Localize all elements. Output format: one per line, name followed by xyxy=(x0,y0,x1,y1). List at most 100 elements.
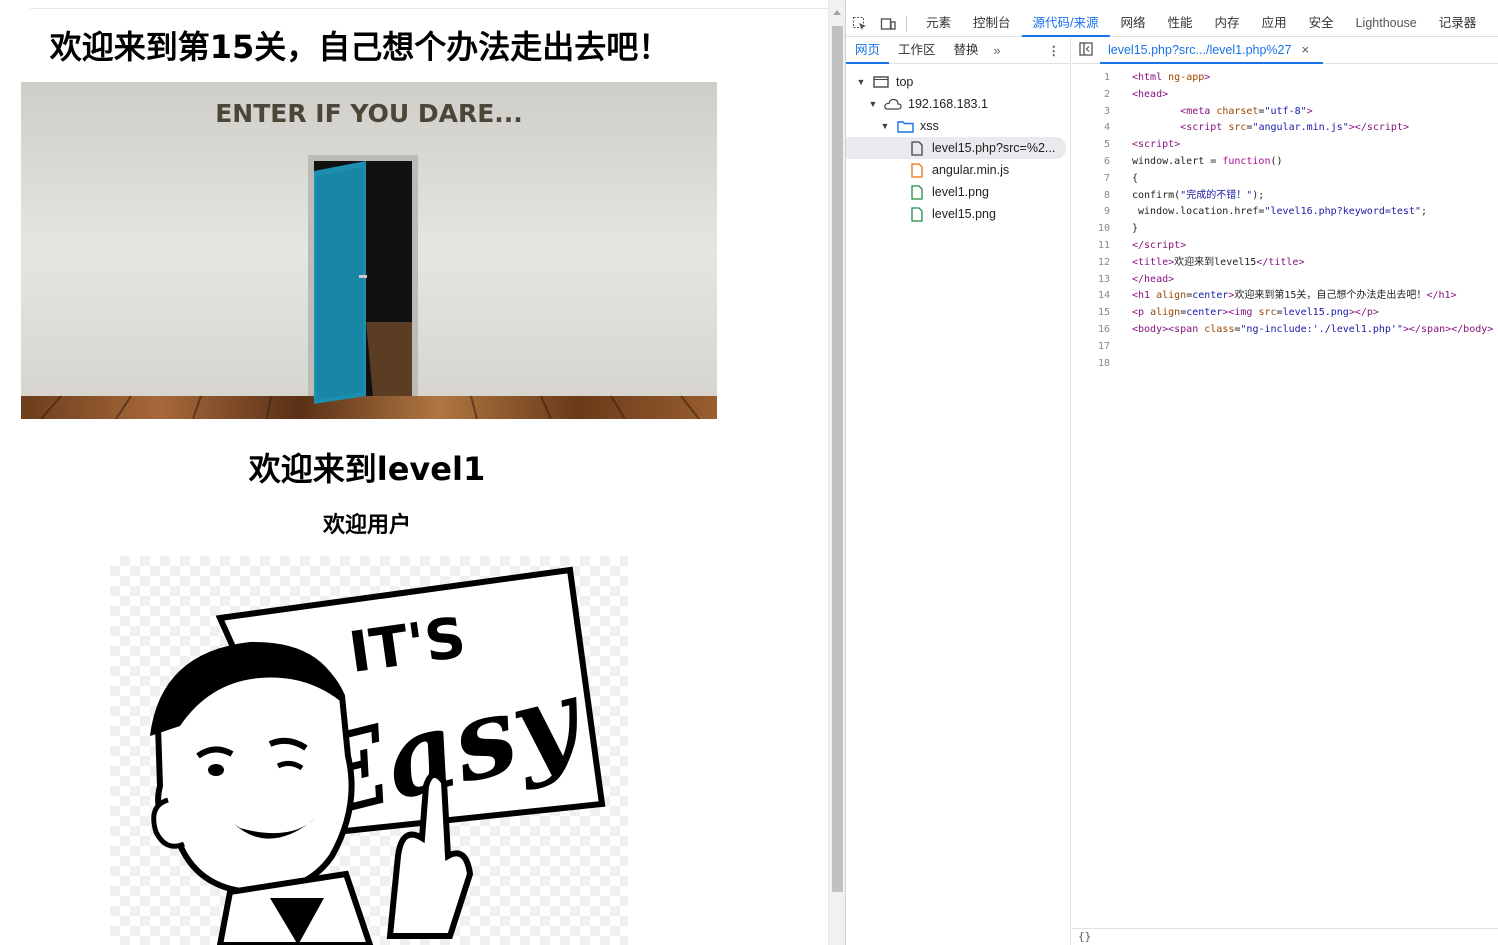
code-line: 15 <p align=center><img src=level15.png><… xyxy=(1072,305,1498,322)
device-toggle-icon[interactable] xyxy=(874,11,902,37)
file-tree: ▼ top ▼ 192.168.183.1 ▼ xss level15.php?… xyxy=(846,71,1070,225)
pretty-print-icon[interactable]: {} xyxy=(1078,930,1091,943)
code-line: 16 <body><span class="ng-include:'./level… xyxy=(1072,322,1498,339)
navigator-tabs: 网页 工作区 替换 » ⋮ xyxy=(846,38,1070,64)
frame-icon xyxy=(872,74,890,90)
scroll-up-icon[interactable] xyxy=(833,10,841,15)
document-icon xyxy=(908,140,926,156)
line-number: 14 xyxy=(1097,290,1110,302)
line-number: 18 xyxy=(1097,357,1110,369)
tree-label: xss xyxy=(920,119,939,133)
line-number: 6 xyxy=(1103,155,1110,167)
code-line: 3 <meta charset="utf-8"> xyxy=(1072,104,1498,121)
code-view[interactable]: 1 <html ng-app> 2 <head> 3 <meta charset="… xyxy=(1072,70,1498,372)
line-number: 12 xyxy=(1097,256,1110,268)
code-line: 18 xyxy=(1072,356,1498,373)
its-easy-image: IT'S Easy xyxy=(110,556,628,945)
inspect-element-icon[interactable] xyxy=(846,11,874,37)
tree-file-level1-png[interactable]: level1.png xyxy=(846,181,1070,203)
expand-arrow-icon[interactable]: ▼ xyxy=(880,115,890,137)
code-line: 9 window.location.href="level16.php?keyw… xyxy=(1072,204,1498,221)
tree-file-angular-js[interactable]: angular.min.js xyxy=(846,159,1070,181)
sources-navigator: 网页 工作区 替换 » ⋮ ▼ top ▼ 192.168.183.1 ▼ xs… xyxy=(846,38,1071,945)
tree-file-level15-php[interactable]: level15.php?src=%2... xyxy=(846,137,1066,159)
webpage-viewport: 欢迎来到第15关，自己想个办法走出去吧！ ENTER IF YOU DARE..… xyxy=(0,0,828,945)
toggle-navigator-icon[interactable] xyxy=(1072,42,1100,59)
line-number: 8 xyxy=(1103,189,1110,201)
devtools-panel: 元素 控制台 源代码/来源 网络 性能 内存 应用 安全 Lighthouse … xyxy=(845,0,1498,945)
level1-heading: 欢迎来到level1 xyxy=(248,450,486,488)
code-line: 13 </head> xyxy=(1072,272,1498,289)
tree-label: level1.png xyxy=(932,185,989,199)
tab-sources[interactable]: 源代码/来源 xyxy=(1021,11,1110,37)
line-number: 1 xyxy=(1103,72,1110,83)
page-scrollbar[interactable] xyxy=(828,0,845,945)
line-number: 11 xyxy=(1097,239,1110,251)
tree-label: level15.php?src=%2... xyxy=(932,141,1056,155)
code-line: 4 <script src="angular.min.js"></script> xyxy=(1072,120,1498,137)
tree-label: angular.min.js xyxy=(932,163,1010,177)
line-number: 15 xyxy=(1097,307,1110,319)
cloud-icon xyxy=(884,96,902,112)
tab-recorder[interactable]: 记录器 xyxy=(1428,11,1488,37)
tree-label: level15.png xyxy=(932,207,996,221)
code-line: 11 </script> xyxy=(1072,238,1498,255)
toolbar-divider xyxy=(906,15,907,32)
editor-status-bar: {} xyxy=(1072,928,1498,945)
tab-lighthouse[interactable]: Lighthouse xyxy=(1345,11,1428,37)
tab-workspace[interactable]: 工作区 xyxy=(889,38,945,64)
line-number: 13 xyxy=(1097,273,1110,285)
code-line: 17 xyxy=(1072,339,1498,356)
editor-tab-bar: level15.php?src.../level1.php%27 × xyxy=(1072,38,1498,64)
scrollbar-thumb[interactable] xyxy=(832,26,843,892)
expand-arrow-icon[interactable]: ▼ xyxy=(856,71,866,93)
tree-label: 192.168.183.1 xyxy=(908,97,988,111)
code-line: 2 <head> xyxy=(1072,87,1498,104)
code-line: 7{ xyxy=(1072,171,1498,188)
page-heading: 欢迎来到第15关，自己想个办法走出去吧！ xyxy=(49,28,671,66)
tab-overrides[interactable]: 替换 xyxy=(945,38,988,64)
close-icon[interactable]: × xyxy=(1301,38,1309,62)
tab-page[interactable]: 网页 xyxy=(846,38,890,64)
more-tabs-icon[interactable]: » xyxy=(988,44,1007,58)
tree-node-host[interactable]: ▼ 192.168.183.1 xyxy=(846,93,1070,115)
code-line: 5 <script> xyxy=(1072,137,1498,154)
tree-file-level15-png[interactable]: level15.png xyxy=(846,203,1070,225)
tab-application[interactable]: 应用 xyxy=(1251,11,1298,37)
line-number: 7 xyxy=(1103,172,1110,184)
address-bar-edge xyxy=(30,0,828,9)
script-file-icon xyxy=(908,162,926,178)
line-number: 16 xyxy=(1097,323,1110,335)
tab-elements[interactable]: 元素 xyxy=(915,11,962,37)
level15-door-image: ENTER IF YOU DARE... xyxy=(21,82,717,419)
door-sign-text: ENTER IF YOU DARE... xyxy=(215,99,523,128)
code-line: 14 <h1 align=center>欢迎来到第15关，自己想个办法走出去吧！<… xyxy=(1072,288,1498,305)
door-scene-svg: ENTER IF YOU DARE... xyxy=(21,82,717,419)
line-number: 17 xyxy=(1097,340,1110,352)
line-number: 3 xyxy=(1103,105,1110,117)
line-number: 10 xyxy=(1097,223,1110,235)
tab-performance[interactable]: 性能 xyxy=(1157,11,1204,37)
welcome-user-text: 欢迎用户 xyxy=(322,513,411,538)
tab-security[interactable]: 安全 xyxy=(1298,11,1345,37)
line-number: 9 xyxy=(1103,206,1110,218)
open-file-tab[interactable]: level15.php?src.../level1.php%27 × xyxy=(1100,38,1324,64)
line-number: 4 xyxy=(1103,122,1110,134)
tree-label: top xyxy=(896,75,914,89)
code-line: 8 confirm("完成的不错！"); xyxy=(1072,188,1498,205)
devtools-main-toolbar: 元素 控制台 源代码/来源 网络 性能 内存 应用 安全 Lighthouse … xyxy=(846,11,1498,37)
tree-node-top[interactable]: ▼ top xyxy=(846,71,1070,93)
open-file-tab-title: level15.php?src.../level1.php%27 xyxy=(1108,42,1292,57)
image-file-icon xyxy=(908,206,926,222)
tab-memory[interactable]: 内存 xyxy=(1204,11,1251,37)
line-number: 2 xyxy=(1103,88,1110,100)
kebab-menu-icon[interactable]: ⋮ xyxy=(1048,43,1061,58)
tab-network[interactable]: 网络 xyxy=(1110,11,1157,37)
code-line: 12 <title>欢迎来到level15</title> xyxy=(1072,255,1498,272)
tree-node-xss-folder[interactable]: ▼ xss xyxy=(846,115,1070,137)
line-number: 5 xyxy=(1103,139,1110,151)
expand-arrow-icon[interactable]: ▼ xyxy=(868,93,878,115)
tab-console[interactable]: 控制台 xyxy=(962,11,1022,37)
folder-icon xyxy=(896,118,914,134)
its-easy-svg: IT'S Easy xyxy=(150,566,606,945)
